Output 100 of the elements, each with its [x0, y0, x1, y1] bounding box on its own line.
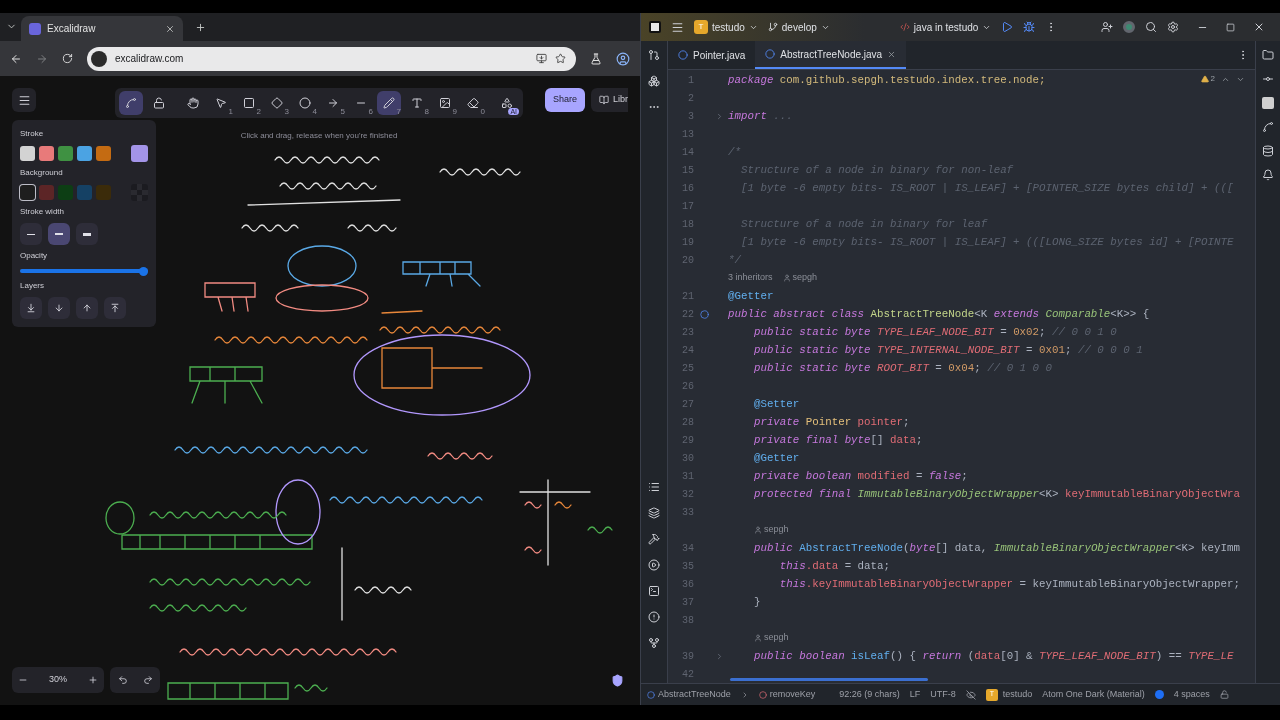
line-ending[interactable]: LF: [909, 687, 921, 702]
color-swatch[interactable]: [20, 146, 35, 161]
hammer-icon[interactable]: [648, 533, 660, 545]
tool-button[interactable]: 4: [293, 91, 317, 115]
color-swatch[interactable]: [96, 185, 111, 200]
back-icon[interactable]: [10, 52, 22, 65]
menu-button[interactable]: [12, 88, 36, 112]
caret-position[interactable]: 92:26 (9 chars): [839, 687, 900, 702]
tool-button[interactable]: [119, 91, 143, 115]
add-user-icon[interactable]: [1101, 21, 1114, 33]
current-color-swatch[interactable]: [131, 145, 148, 162]
tool-button[interactable]: 7: [377, 91, 401, 115]
tool-button[interactable]: 6: [349, 91, 373, 115]
profile-avatar-icon[interactable]: [616, 51, 630, 66]
file-encoding[interactable]: UTF-8: [930, 687, 956, 702]
run-icon[interactable]: [1001, 21, 1014, 33]
bookmark-star-icon[interactable]: [555, 53, 567, 64]
assistant-icon[interactable]: [1123, 21, 1136, 33]
close-icon[interactable]: [887, 49, 897, 59]
address-bar[interactable]: excalidraw.com: [86, 46, 577, 71]
warning-count[interactable]: 2: [1200, 73, 1215, 85]
inheritors-hint[interactable]: 3 inheritors: [728, 271, 773, 285]
git-icon[interactable]: [648, 637, 660, 649]
close-icon[interactable]: [165, 23, 175, 34]
bring-to-front-button[interactable]: [104, 297, 126, 319]
pull-request-icon[interactable]: [648, 49, 660, 61]
library-button[interactable]: Libr: [591, 88, 629, 112]
breadcrumb[interactable]: removeKey: [758, 687, 816, 702]
debug-icon[interactable]: [1023, 21, 1036, 33]
square-icon: [243, 97, 255, 109]
reload-icon[interactable]: [61, 53, 73, 64]
menu-icon[interactable]: [671, 20, 684, 34]
shield-icon[interactable]: [611, 673, 624, 687]
color-swatch[interactable]: [39, 185, 54, 200]
eye-slash-icon[interactable]: [965, 689, 976, 700]
indent-status[interactable]: 4 spaces: [1173, 687, 1210, 702]
horizontal-scrollbar[interactable]: [730, 678, 928, 681]
branch-selector[interactable]: develop: [767, 19, 830, 35]
list-icon[interactable]: [648, 481, 660, 493]
code-line: @Getter: [728, 288, 774, 304]
database-icon[interactable]: [1262, 145, 1274, 157]
structure-icon[interactable]: [648, 75, 660, 87]
zoom-in-icon[interactable]: [88, 675, 98, 685]
hand-icon: [187, 97, 199, 109]
problems-icon[interactable]: [648, 611, 660, 623]
color-swatch[interactable]: [58, 146, 73, 161]
bring-forward-button[interactable]: [76, 297, 98, 319]
padlock-icon[interactable]: [1219, 690, 1229, 699]
terminal-icon[interactable]: [648, 585, 660, 597]
theme-status[interactable]: Atom One Dark (Material): [1042, 687, 1145, 702]
override-marker-icon[interactable]: [700, 309, 709, 319]
author-hint[interactable]: sepgh: [754, 631, 789, 645]
color-swatch[interactable]: [58, 185, 73, 200]
bring-to-front-icon: [110, 303, 120, 313]
flask-icon[interactable]: [590, 52, 603, 65]
color-swatch[interactable]: [96, 146, 111, 161]
warning-icon: [1200, 75, 1209, 83]
line-number: 14: [681, 145, 694, 160]
line-number: 34: [681, 541, 694, 556]
author-hint[interactable]: sepgh: [782, 271, 818, 285]
tool-button[interactable]: 2: [237, 91, 261, 115]
author-hint[interactable]: sepgh: [754, 523, 789, 537]
stroke-width-button[interactable]: [48, 223, 70, 245]
run-config-selector[interactable]: java in testudo: [899, 19, 992, 35]
notifications-icon[interactable]: [1262, 169, 1274, 181]
layers-icon[interactable]: [648, 507, 660, 519]
editor-tab[interactable]: AbstractTreeNode.java: [755, 41, 907, 69]
tab-title: AbstractTreeNode.java: [780, 47, 883, 62]
project-selector[interactable]: T testudo: [694, 19, 758, 35]
folder-icon[interactable]: [1262, 49, 1274, 61]
send-backward-button[interactable]: [48, 297, 70, 319]
stroke-width-button[interactable]: [76, 223, 98, 245]
search-icon[interactable]: [1145, 21, 1158, 33]
browser-tab[interactable]: Excalidraw: [21, 16, 183, 41]
send-to-back-button[interactable]: [20, 297, 42, 319]
breadcrumb[interactable]: AbstractTreeNode: [647, 687, 731, 702]
tool-button[interactable]: 3: [265, 91, 289, 115]
color-swatch[interactable]: [39, 146, 54, 161]
color-swatch[interactable]: [20, 185, 35, 200]
tool-button[interactable]: 5: [321, 91, 345, 115]
app-logo-icon[interactable]: [649, 21, 661, 33]
editor-tab[interactable]: Pointer.java: [668, 41, 756, 69]
color-swatch[interactable]: [77, 146, 92, 161]
redo-icon[interactable]: [142, 675, 153, 685]
line-number: 38: [681, 613, 694, 628]
undo-icon[interactable]: [117, 675, 128, 685]
tool-button[interactable]: 1: [209, 91, 233, 115]
tool-button[interactable]: 8: [405, 91, 429, 115]
opacity-slider[interactable]: [20, 267, 148, 275]
run-icon[interactable]: [648, 559, 660, 571]
maximize-icon[interactable]: [1226, 22, 1236, 32]
tool-button[interactable]: 0: [461, 91, 485, 115]
tool-button[interactable]: 9: [433, 91, 457, 115]
install-icon[interactable]: [536, 53, 548, 64]
share-button[interactable]: Share: [545, 88, 586, 112]
new-tab-icon[interactable]: [195, 22, 206, 33]
color-swatch[interactable]: [77, 185, 92, 200]
arrow-icon: [327, 97, 339, 109]
settings-icon[interactable]: [1167, 21, 1180, 33]
zoom-level[interactable]: 30%: [49, 673, 67, 687]
